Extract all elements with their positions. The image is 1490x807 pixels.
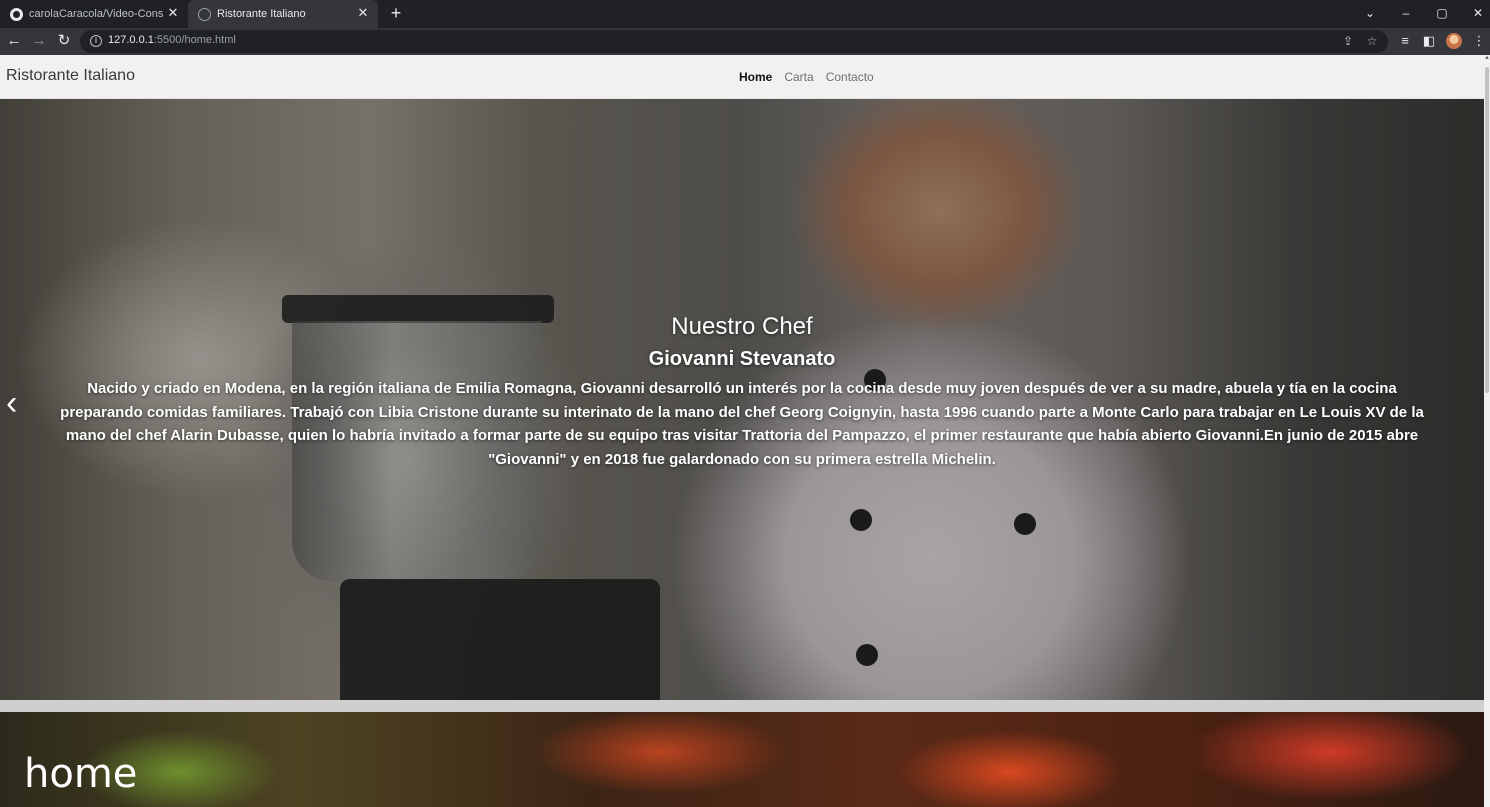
github-icon	[10, 7, 23, 21]
hero-description: Nacido y criado en Modena, en la región …	[60, 380, 1424, 468]
reload-icon[interactable]: ↻	[53, 30, 75, 52]
reading-list-icon[interactable]: ≡	[1396, 32, 1414, 50]
minimize-icon[interactable]: –	[1388, 0, 1424, 28]
window-close-icon[interactable]: ✕	[1460, 0, 1490, 28]
new-tab-button[interactable]: +	[386, 3, 406, 23]
food-image-section	[0, 712, 1484, 807]
globe-icon	[198, 7, 211, 21]
site-brand[interactable]: Ristorante Italiano	[6, 67, 135, 85]
browser-tab-strip: carolaCaracola/Video-Consola-P ✕ Ristora…	[0, 0, 1490, 28]
browser-tab-github[interactable]: carolaCaracola/Video-Consola-P ✕	[0, 0, 188, 28]
hero-carousel: ‹ Nuestro Chef Giovanni Stevanato Nacido…	[0, 99, 1484, 700]
site-info-icon[interactable]: i	[90, 35, 102, 47]
forward-icon[interactable]: →	[28, 30, 50, 52]
site-nav-links: Home Carta Contacto	[739, 70, 874, 84]
back-icon[interactable]: ←	[3, 30, 25, 52]
nav-link-contacto[interactable]: Contacto	[826, 70, 874, 84]
menu-kebab-icon[interactable]: ⋮	[1470, 32, 1488, 50]
close-icon[interactable]: ✕	[166, 6, 180, 20]
hero-image-coat-button	[1014, 513, 1036, 535]
address-bar[interactable]: i 127.0.0.1:5500/home.html ⇪ ☆	[80, 30, 1388, 53]
site-navbar: Ristorante Italiano Home Carta Contacto	[0, 55, 1484, 99]
chevron-left-icon[interactable]: ‹	[6, 385, 28, 421]
section-divider	[0, 700, 1484, 712]
hero-image-coat-button	[856, 644, 878, 666]
hero-image-coat-button	[850, 509, 872, 531]
page-viewport: Ristorante Italiano Home Carta Contacto …	[0, 55, 1490, 807]
hero-image-grinder-base	[340, 579, 660, 700]
tab-search-icon[interactable]: ⌄	[1352, 0, 1388, 28]
side-panel-icon[interactable]: ◧	[1420, 32, 1438, 50]
close-icon[interactable]: ✕	[356, 6, 370, 20]
bookmark-star-icon[interactable]: ☆	[1364, 33, 1380, 49]
share-icon[interactable]: ⇪	[1340, 33, 1356, 49]
restore-icon[interactable]: ▢	[1424, 0, 1460, 28]
scroll-up-icon[interactable]: ▲	[1484, 55, 1490, 65]
browser-toolbar: ← → ↻ i 127.0.0.1:5500/home.html ⇪ ☆ ≡ ◧…	[0, 28, 1490, 55]
nav-link-carta[interactable]: Carta	[784, 70, 813, 84]
url-text[interactable]: 127.0.0.1:5500/home.html	[108, 34, 236, 46]
hero-subtitle: Giovanni Stevanato	[648, 348, 836, 370]
nav-link-home[interactable]: Home	[739, 70, 772, 84]
hero-title: Nuestro Chef	[671, 313, 813, 340]
browser-tab-label: carolaCaracola/Video-Consola-P	[29, 8, 163, 20]
page-scrollbar[interactable]: ▲	[1484, 55, 1490, 807]
scrollbar-thumb[interactable]	[1485, 67, 1489, 393]
browser-tab-active[interactable]: Ristorante Italiano ✕	[188, 0, 378, 28]
profile-avatar[interactable]	[1446, 33, 1462, 49]
browser-tab-label: Ristorante Italiano	[217, 8, 306, 20]
video-overlay-label: home	[24, 751, 138, 797]
hero-caption: Nuestro Chef Giovanni Stevanato Nacido y…	[60, 311, 1424, 471]
